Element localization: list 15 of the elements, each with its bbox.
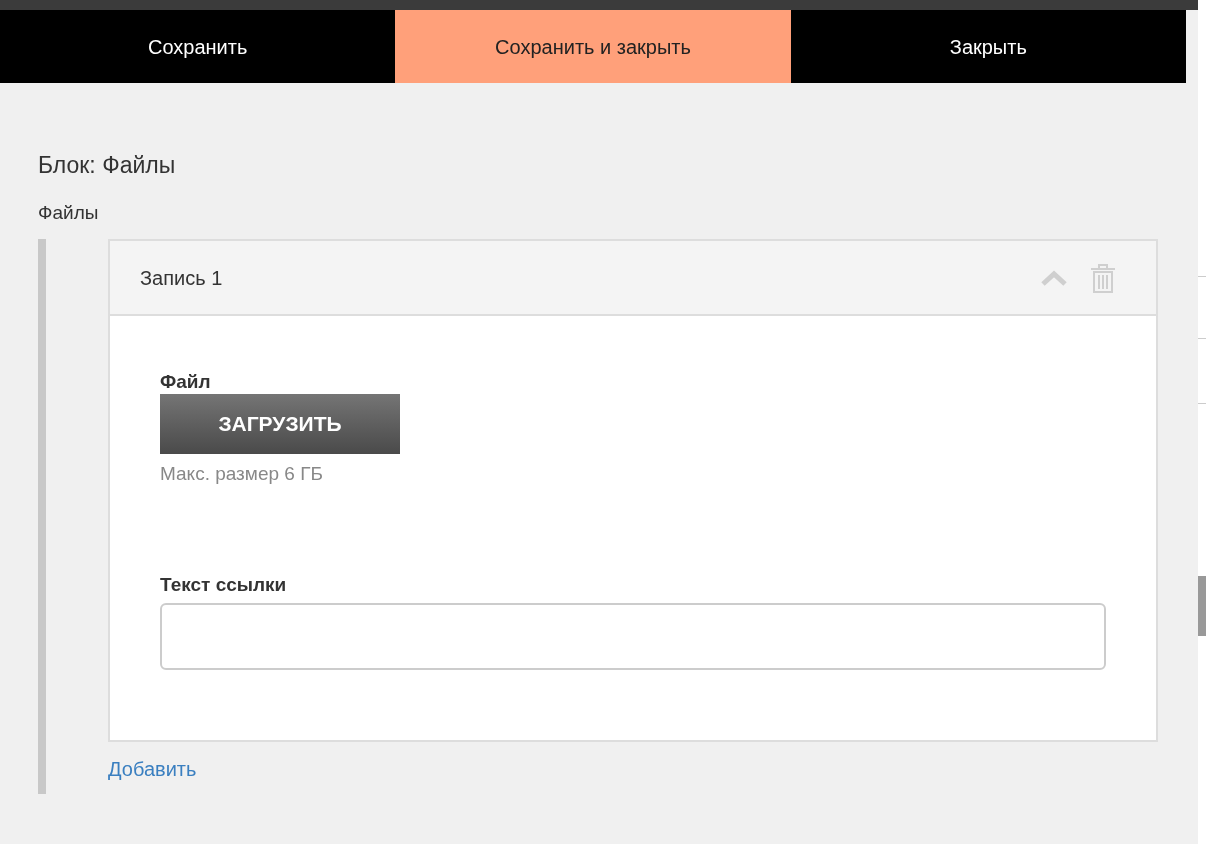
toolbar-button[interactable]: Сохранить xyxy=(0,10,396,83)
chevron-up-icon xyxy=(1041,269,1067,286)
toolbar-button[interactable]: Закрыть xyxy=(790,10,1186,83)
upload-hint: Макс. размер 6 ГБ xyxy=(160,462,324,486)
record-title: Запись 1 xyxy=(140,265,224,291)
file-label: Файл xyxy=(160,370,212,394)
toolbar-button[interactable]: Сохранить и закрыть xyxy=(395,10,791,83)
trash-icon xyxy=(1090,262,1116,293)
block-title: Блок: Файлы xyxy=(38,151,177,179)
link-text-field[interactable] xyxy=(160,603,1106,670)
section-label: Файлы xyxy=(38,201,100,225)
add-link[interactable]: Добавить xyxy=(108,754,197,784)
upload-button[interactable]: ЗАГРУЗИТЬ xyxy=(160,394,400,454)
link-text-label: Текст ссылки xyxy=(160,572,288,597)
delete-button[interactable] xyxy=(1090,262,1116,293)
